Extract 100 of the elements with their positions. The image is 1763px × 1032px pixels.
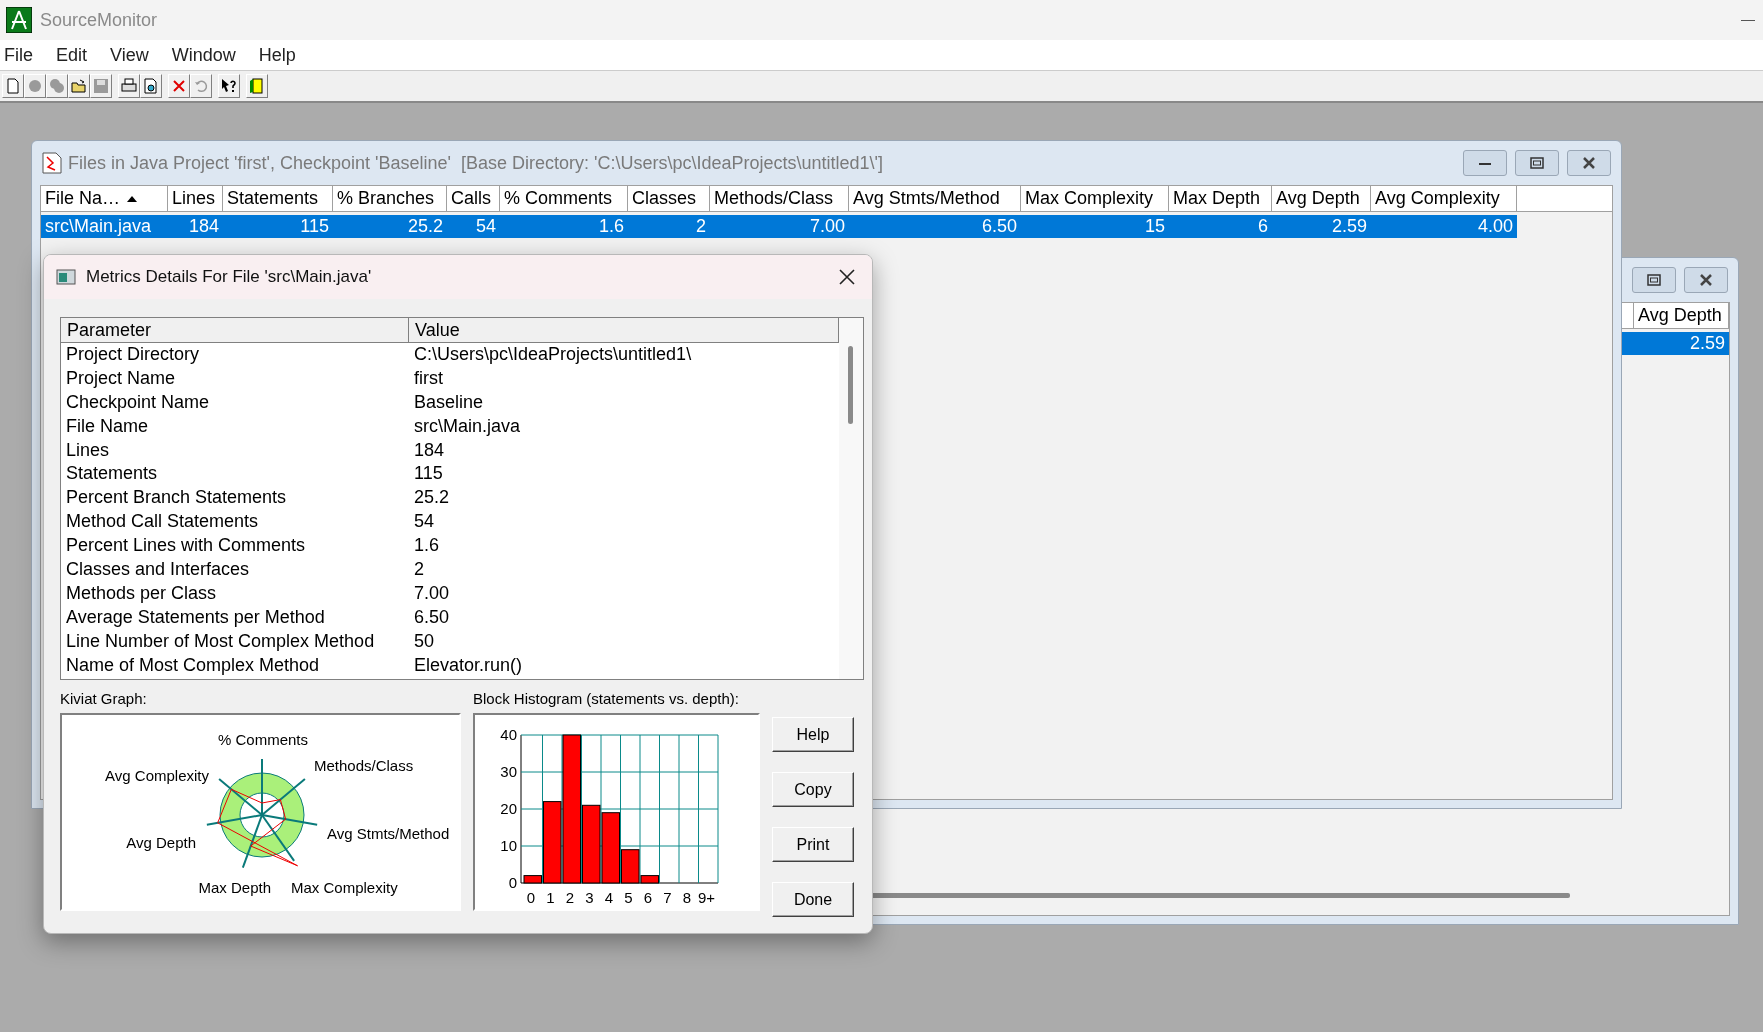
table-cell-text: Percent Branch Statements: [65, 486, 288, 510]
table-cell-text: Lines: [65, 438, 111, 462]
section-label: Block Histogram (statements vs. depth):: [473, 690, 740, 707]
close-button[interactable]: [1684, 267, 1728, 293]
table-cell-text: 115: [413, 462, 444, 486]
dialog-button[interactable]: Help: [772, 717, 854, 752]
axis-tick-label: 3: [585, 889, 594, 906]
axis-tick-label: 9+: [697, 889, 716, 906]
column-header[interactable]: Avg Complexity: [1371, 186, 1517, 211]
close-button[interactable]: [1567, 150, 1611, 176]
table-cell-text: 4.00: [1476, 215, 1514, 238]
table-cell-text: Statements: [65, 462, 159, 486]
scrollbar-thumb[interactable]: [870, 893, 1570, 901]
restore-icon: [1530, 157, 1544, 169]
table-cell-text: 7.00: [808, 215, 846, 238]
menu-item[interactable]: Help: [258, 44, 307, 66]
axis-tick-label: 20: [500, 800, 517, 817]
column-header[interactable]: Calls: [447, 186, 500, 211]
window-icon: [56, 269, 76, 285]
dialog-button[interactable]: Copy: [772, 772, 854, 807]
axis-tick-label: 8: [682, 889, 692, 906]
toolbar-button[interactable]: [218, 74, 240, 98]
table-cell-text: 15: [1143, 215, 1166, 238]
dialog-button[interactable]: Done: [772, 882, 854, 917]
printer-icon: [121, 78, 137, 94]
minimize-button[interactable]: [1463, 150, 1507, 176]
table-cell-text: 2: [413, 558, 425, 581]
table-cell-text: 2.59: [1688, 332, 1726, 355]
axis-tick-label: 40: [500, 726, 517, 743]
table-cell-text: 115: [299, 215, 330, 238]
dialog-button[interactable]: Print: [772, 827, 854, 862]
axis-tick-label: 0: [508, 874, 517, 891]
maximize-button[interactable]: [1515, 150, 1559, 176]
column-header[interactable]: File Na…: [41, 186, 168, 211]
toolbar-button[interactable]: [68, 74, 90, 98]
table-cell-text: Baseline: [413, 390, 485, 414]
exit-door-icon: [249, 78, 265, 94]
axis-tick-label: 7: [663, 889, 672, 906]
column-header[interactable]: Avg Stmts/Method: [849, 186, 1021, 211]
document-icon: [42, 152, 62, 174]
toolbar-button[interactable]: [140, 74, 162, 98]
table-cell-text: first: [413, 366, 444, 390]
menu-item[interactable]: Window: [171, 44, 247, 66]
menu-item[interactable]: Edit: [56, 44, 99, 66]
menu-item[interactable]: View: [110, 44, 160, 66]
table-cell-text: 6.50: [413, 605, 451, 629]
toolbar-button[interactable]: [118, 74, 140, 98]
column-header[interactable]: % Branches: [333, 186, 447, 211]
dialog-title: Metrics Details For File 'src\Main.java': [86, 267, 373, 287]
restore-icon: [1647, 274, 1661, 286]
print-preview-icon: [143, 78, 159, 94]
close-icon: [1582, 156, 1596, 170]
table-cell-text: Project Directory: [65, 343, 201, 366]
restore-button[interactable]: [1632, 267, 1676, 293]
table-cell-text: 6: [1257, 215, 1269, 238]
table-cell-text: 184: [413, 438, 446, 462]
column-header[interactable]: Avg Depth: [1633, 303, 1729, 328]
floppy-icon: [93, 78, 109, 94]
axis-label: Avg Depth: [126, 834, 196, 851]
axis-tick-label: 10: [500, 837, 517, 854]
table-cell-text: Methods per Class: [65, 581, 218, 605]
axis-tick-label: 0: [526, 889, 536, 906]
app-logo-icon: [6, 7, 32, 33]
column-header[interactable]: % Comments: [500, 186, 628, 211]
column-header[interactable]: Avg Depth: [1272, 186, 1371, 211]
axis-label: Methods/Class: [314, 757, 414, 774]
table-cell-text: Average Statements per Method: [65, 605, 326, 629]
window-title: Files in Java Project 'first', Checkpoint 'Baseline' [Base Directory: 'C:\Users\pc\IdeaProjects\untitled1\']: [68, 152, 884, 174]
open-folder-icon: [71, 78, 87, 94]
new-file-icon: [5, 78, 21, 94]
table-cell-text: 25.2: [406, 215, 444, 238]
table-cell-text: Elevator.run(): [413, 653, 524, 677]
table-cell-text: 25.2: [413, 486, 451, 510]
column-header[interactable]: Max Complexity: [1021, 186, 1169, 211]
table-cell-text: 2.59: [1330, 215, 1368, 238]
menu-item[interactable]: File: [4, 44, 44, 66]
table-cell-text: 1.6: [597, 215, 625, 238]
column-header[interactable]: Statements: [223, 186, 333, 211]
axis-label: % Comments: [218, 731, 308, 748]
column-header[interactable]: Max Depth: [1169, 186, 1272, 211]
column-header[interactable]: Lines: [168, 186, 223, 211]
table-cell-text: 54: [474, 215, 497, 238]
table-cell-text: Project Name: [65, 366, 177, 390]
axis-label: Avg Complexity: [105, 767, 209, 784]
table-row[interactable]: src\Main.java 184 115 25.2 54 1.6 2 7.00 6.50 15 6 2.59 4.00: [41, 215, 1517, 238]
close-icon: [1699, 273, 1713, 287]
axis-label: Avg Stmts/Method: [327, 825, 450, 842]
axis-tick-label: 6: [643, 889, 653, 906]
axis-tick-label: 4: [604, 889, 614, 906]
column-header[interactable]: Classes: [628, 186, 710, 211]
axis-tick-label: 5: [624, 889, 633, 906]
section-label: Kiviat Graph:: [60, 690, 148, 707]
table-cell-text: 50: [413, 629, 436, 653]
table-cell-text: 2: [695, 215, 707, 238]
column-header[interactable]: Methods/Class: [710, 186, 849, 211]
table-cell-text: 184: [187, 215, 220, 238]
column-header[interactable]: Parameter: [61, 318, 409, 342]
delete-icon: [171, 78, 187, 94]
scrollbar-thumb[interactable]: [848, 346, 853, 424]
table-cell-text: 1.6: [413, 534, 441, 558]
